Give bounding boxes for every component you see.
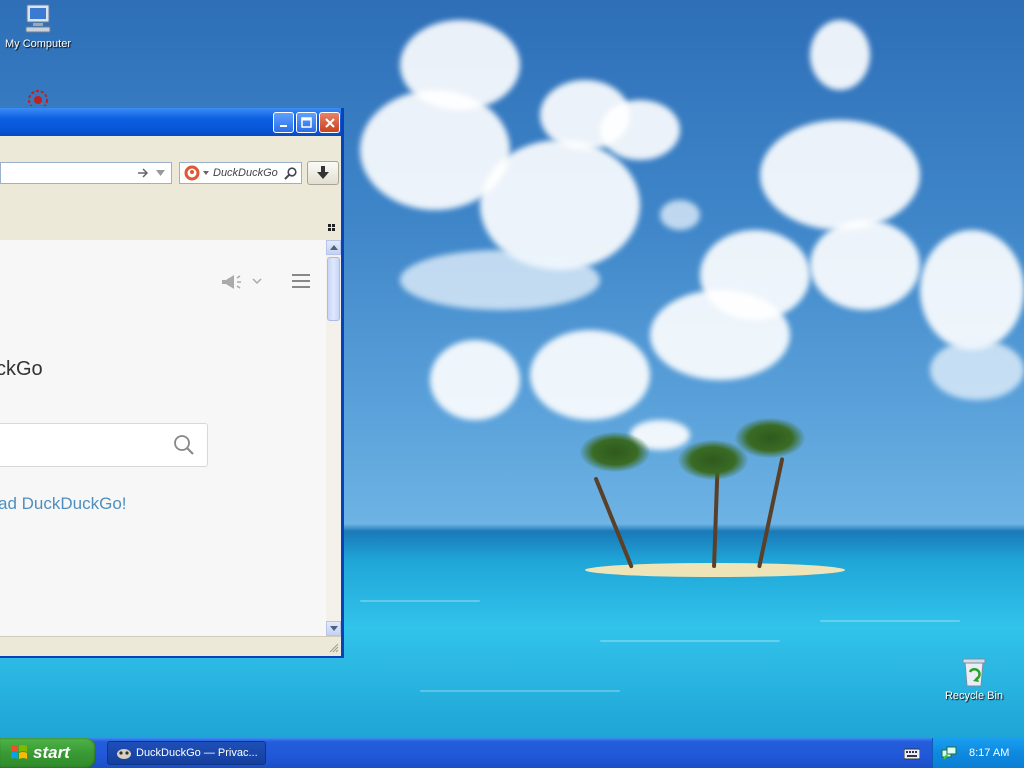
palm-trunk — [712, 469, 720, 569]
window-client-area: DuckDuckGo ckGo ad DuckDuckGo! — [0, 136, 341, 656]
cloud — [810, 220, 920, 310]
cloud — [810, 20, 870, 90]
start-button[interactable]: start — [0, 738, 96, 768]
recycle-bin-shortcut[interactable]: Recycle Bin — [940, 656, 1008, 702]
search-placeholder: DuckDuckGo — [213, 167, 278, 179]
resize-grip-icon[interactable] — [329, 643, 339, 653]
desktop-shortcut[interactable] — [20, 84, 56, 108]
maximize-icon — [301, 117, 312, 128]
my-computer-label: My Computer — [4, 38, 72, 50]
wave — [420, 690, 620, 692]
computer-icon — [25, 4, 51, 33]
scroll-down-icon — [329, 626, 338, 631]
window-titlebar[interactable] — [0, 108, 341, 136]
search-engine-dropdown-icon[interactable] — [203, 171, 209, 175]
duckduckgo-logo-icon[interactable] — [184, 165, 200, 181]
cloud — [430, 340, 520, 420]
wave — [820, 620, 960, 622]
clock[interactable]: 8:17 AM — [969, 747, 1009, 759]
palm-fronds — [735, 418, 805, 458]
download-arrow-icon — [317, 166, 329, 179]
cloud — [930, 340, 1024, 400]
megaphone-icon[interactable] — [220, 274, 246, 290]
close-button[interactable] — [319, 112, 340, 133]
taskbar-item-label: DuckDuckGo — Privac... — [136, 747, 258, 759]
my-computer-shortcut[interactable]: My Computer — [2, 2, 74, 50]
cloud — [530, 330, 650, 420]
start-label: start — [33, 743, 70, 762]
navigation-toolbar: DuckDuckGo — [0, 136, 341, 186]
wave — [600, 640, 780, 642]
page-content: ckGo ad DuckDuckGo! — [0, 240, 326, 636]
hamburger-menu-icon[interactable] — [292, 274, 310, 288]
address-bar[interactable] — [0, 162, 172, 184]
maximize-button[interactable] — [296, 112, 317, 133]
palm-fronds — [580, 432, 650, 472]
recycle-bin-label: Recycle Bin — [944, 690, 1004, 702]
search-bar[interactable]: DuckDuckGo — [179, 162, 302, 184]
palm-trunk — [757, 457, 785, 569]
history-dropdown-icon[interactable] — [156, 170, 165, 176]
duckduckgo-search-input[interactable] — [0, 423, 208, 467]
windows-logo-icon — [11, 745, 27, 759]
scrollbar-thumb[interactable] — [327, 257, 340, 321]
close-icon — [324, 117, 335, 128]
taskbar-item-duckduckgo[interactable]: DuckDuckGo — Privac... — [107, 741, 266, 765]
chevron-down-icon[interactable] — [252, 278, 262, 285]
add-duckduckgo-link[interactable]: ad DuckDuckGo! — [0, 494, 127, 514]
scroll-up-icon — [329, 245, 338, 250]
minimize-icon — [279, 124, 287, 127]
app-shortcut-icon — [28, 90, 48, 106]
wave — [360, 600, 480, 602]
system-tray: 8:17 AM — [932, 738, 1024, 768]
cloud — [700, 230, 810, 320]
bookmarks-toolbar — [0, 186, 341, 241]
go-arrow-icon[interactable] — [137, 167, 150, 179]
cloud — [400, 250, 600, 310]
palm-trunk — [593, 476, 634, 569]
vertical-scrollbar[interactable] — [326, 240, 341, 636]
recycle-bin-icon — [962, 658, 986, 687]
scroll-up-button[interactable] — [326, 240, 341, 255]
cloud — [660, 200, 700, 230]
taskbar: start DuckDuckGo — Privac... 8:17 AM — [0, 738, 1024, 768]
scroll-down-button[interactable] — [326, 621, 341, 636]
downloads-button[interactable] — [307, 161, 339, 185]
browser-window: DuckDuckGo ckGo ad DuckDuckGo! — [0, 108, 344, 658]
toolbar-grip-icon[interactable] — [328, 224, 335, 231]
keyboard-icon[interactable] — [904, 746, 920, 760]
page-heading: ckGo — [0, 358, 43, 380]
status-bar — [0, 636, 341, 656]
network-icon[interactable] — [941, 745, 957, 761]
browser-app-icon — [117, 749, 131, 759]
search-magnifier-icon[interactable] — [173, 434, 195, 456]
cloud — [920, 230, 1024, 350]
search-icon[interactable] — [284, 166, 297, 180]
cloud — [600, 100, 680, 160]
cloud — [760, 120, 920, 230]
minimize-button[interactable] — [273, 112, 294, 133]
